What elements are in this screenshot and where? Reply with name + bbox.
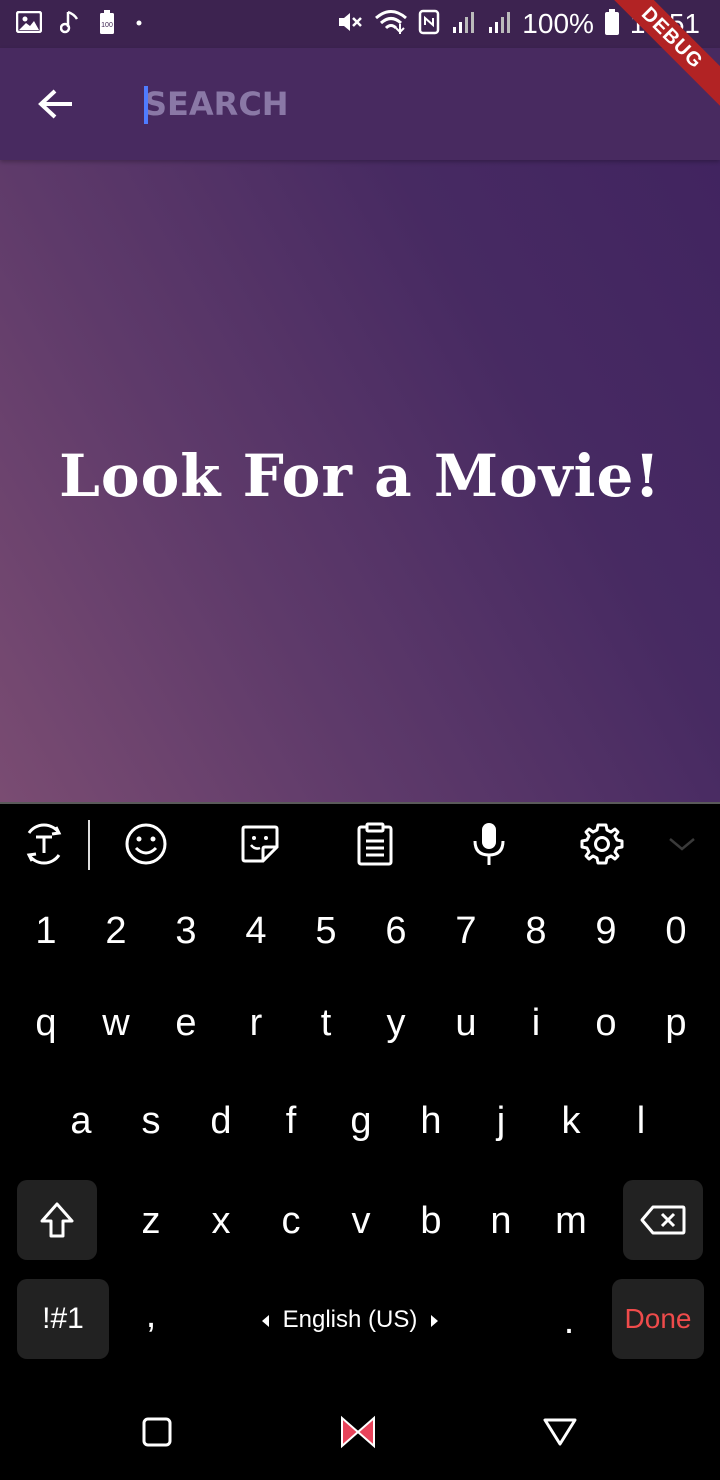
signal-2-icon	[486, 9, 512, 40]
back-triangle-icon	[543, 1418, 577, 1446]
back-button[interactable]	[28, 76, 84, 132]
music-note-icon	[59, 9, 80, 40]
letter-key-p[interactable]: p	[651, 1002, 701, 1045]
language-next-icon	[431, 1314, 439, 1327]
number-key-4[interactable]: 4	[231, 910, 281, 953]
letter-key-f[interactable]: f	[266, 1100, 316, 1143]
battery-icon	[604, 8, 620, 41]
letter-key-u[interactable]: u	[441, 1002, 491, 1045]
language-label: English (US)	[282, 1306, 418, 1333]
text-tools-icon[interactable]	[20, 820, 68, 868]
letter-key-q[interactable]: q	[21, 1002, 71, 1045]
letter-key-w[interactable]: w	[91, 1002, 141, 1045]
number-key-3[interactable]: 3	[161, 910, 211, 953]
letter-key-d[interactable]: d	[196, 1100, 246, 1143]
sticker-icon[interactable]	[236, 820, 284, 868]
letter-key-l[interactable]: l	[616, 1100, 666, 1143]
letter-key-v[interactable]: v	[336, 1200, 386, 1243]
wifi-icon	[374, 8, 408, 41]
letter-key-y[interactable]: y	[371, 1002, 421, 1045]
done-key-label: Done	[624, 1303, 692, 1334]
nfc-icon	[418, 9, 440, 40]
backspace-key[interactable]	[623, 1180, 703, 1260]
number-key-5[interactable]: 5	[301, 910, 351, 953]
search-input[interactable]	[144, 82, 624, 126]
done-key[interactable]: Done	[612, 1279, 704, 1359]
letter-key-b[interactable]: b	[406, 1200, 456, 1243]
svg-text:100: 100	[101, 22, 113, 29]
gallery-icon	[15, 10, 43, 38]
language-prev-icon	[261, 1314, 269, 1327]
recent-apps-button[interactable]	[133, 1408, 181, 1456]
shift-key[interactable]	[17, 1180, 97, 1260]
number-key-7[interactable]: 7	[441, 910, 491, 953]
letter-key-i[interactable]: i	[511, 1002, 561, 1045]
battery-percent: 100%	[522, 8, 594, 39]
letter-key-e[interactable]: e	[161, 1002, 211, 1045]
letter-key-h[interactable]: h	[406, 1100, 456, 1143]
comma-key[interactable]: ,	[126, 1294, 176, 1337]
emoji-icon[interactable]	[122, 820, 170, 868]
backspace-icon	[640, 1205, 686, 1235]
main-content: Look For a Movie!	[0, 160, 720, 802]
page-title: Look For a Movie!	[59, 442, 661, 510]
letter-key-o[interactable]: o	[581, 1002, 631, 1045]
status-bar: 100 100% 14:51 DEBUG	[0, 0, 720, 119]
back-arrow-icon	[38, 89, 72, 119]
letter-key-j[interactable]: j	[476, 1100, 526, 1143]
letter-key-g[interactable]: g	[336, 1100, 386, 1143]
keyboard-toolbar	[0, 804, 720, 888]
signal-1-icon	[450, 9, 476, 40]
number-key-0[interactable]: 0	[651, 910, 701, 953]
letter-key-x[interactable]: x	[196, 1200, 246, 1243]
recent-apps-icon	[142, 1417, 172, 1447]
letter-key-m[interactable]: m	[546, 1200, 596, 1243]
battery-saver-icon: 100	[98, 9, 116, 40]
home-icon	[341, 1415, 375, 1449]
number-key-8[interactable]: 8	[511, 910, 561, 953]
symbols-key-label: !#1	[42, 1302, 84, 1335]
symbols-key[interactable]: !#1	[17, 1279, 109, 1359]
spacebar[interactable]: English (US)	[200, 1306, 500, 1334]
number-key-9[interactable]: 9	[581, 910, 631, 953]
letter-key-a[interactable]: a	[56, 1100, 106, 1143]
letter-key-k[interactable]: k	[546, 1100, 596, 1143]
settings-icon[interactable]	[578, 820, 626, 868]
text-cursor	[144, 86, 148, 124]
number-key-2[interactable]: 2	[91, 910, 141, 953]
microphone-icon[interactable]	[465, 820, 513, 868]
letter-key-r[interactable]: r	[231, 1002, 281, 1045]
keyboard: 1234567890 qwertyuiop asdfghjkl zxcvbnm …	[0, 802, 720, 1380]
back-nav-button[interactable]	[536, 1408, 584, 1456]
period-key[interactable]: .	[544, 1300, 594, 1343]
shift-icon	[40, 1202, 74, 1238]
letter-key-n[interactable]: n	[476, 1200, 526, 1243]
letter-key-s[interactable]: s	[126, 1100, 176, 1143]
navigation-bar	[0, 1380, 720, 1480]
toolbar-divider	[88, 820, 90, 870]
letter-key-z[interactable]: z	[126, 1200, 176, 1243]
chevron-down-icon[interactable]	[658, 820, 706, 868]
app-bar	[0, 48, 720, 160]
clipboard-icon[interactable]	[351, 820, 399, 868]
letter-key-c[interactable]: c	[266, 1200, 316, 1243]
letter-key-t[interactable]: t	[301, 1002, 351, 1045]
number-key-1[interactable]: 1	[21, 910, 71, 953]
number-key-6[interactable]: 6	[371, 910, 421, 953]
home-button[interactable]	[334, 1408, 382, 1456]
dot-icon	[134, 15, 144, 33]
mute-icon	[336, 9, 364, 40]
